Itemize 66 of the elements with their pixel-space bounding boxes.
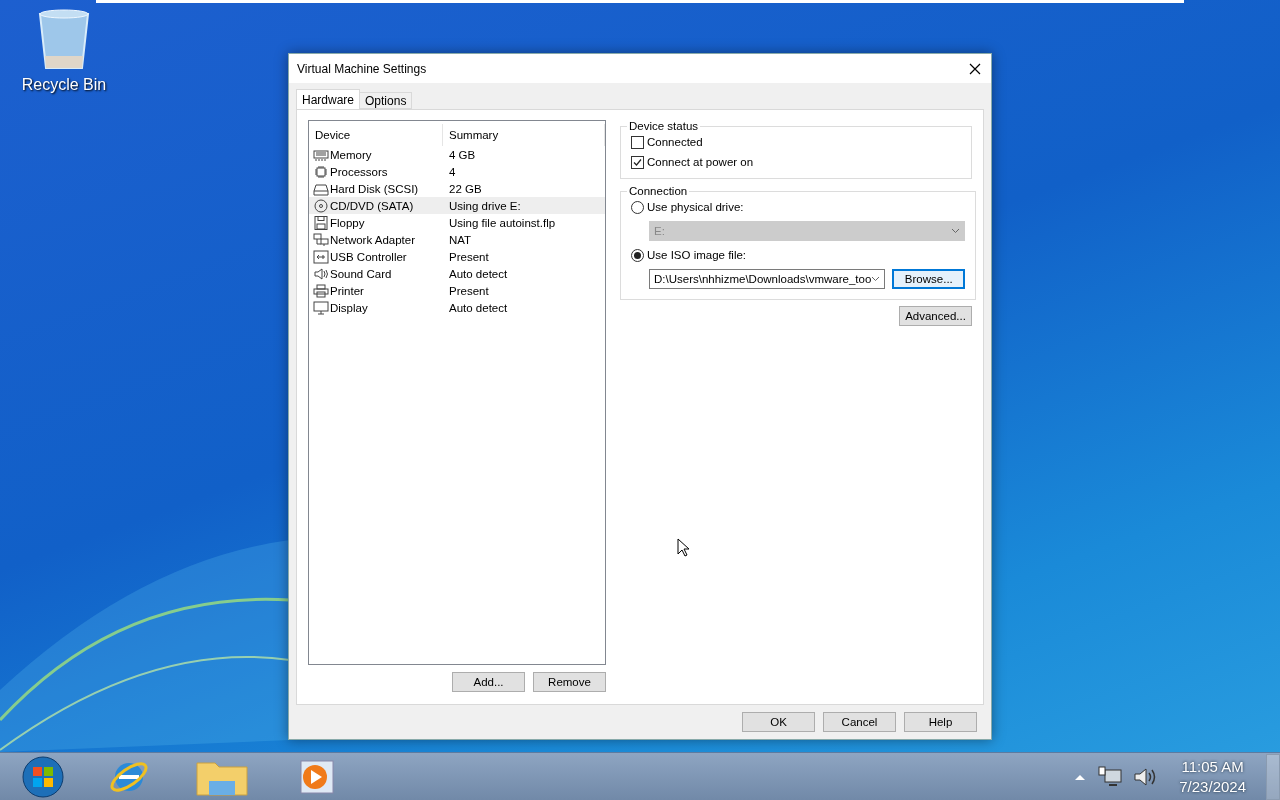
device-name: Floppy xyxy=(330,216,365,229)
device-name: Display xyxy=(330,301,368,314)
device-name: CD/DVD (SATA) xyxy=(330,199,414,212)
dialog-button[interactable]: OK xyxy=(742,712,815,732)
device-summary: Present xyxy=(448,284,490,297)
device-row[interactable]: Processors 4 xyxy=(309,163,605,180)
device-row[interactable]: Memory 4 GB xyxy=(309,146,605,163)
tab[interactable]: Hardware xyxy=(296,89,361,109)
desktop-icon-label[interactable]: Recycle Bin xyxy=(21,76,107,94)
checkbox[interactable] xyxy=(631,135,644,149)
checkbox-label[interactable]: Connect at power on xyxy=(647,156,754,168)
device-summary: NAT xyxy=(448,233,473,246)
add-button[interactable]: Add... xyxy=(452,672,525,692)
advanced-button[interactable]: Advanced... xyxy=(899,306,972,326)
speaker-icon xyxy=(313,266,329,281)
device-name: Hard Disk (SCSI) xyxy=(330,182,419,195)
radio-label[interactable]: Use physical drive: xyxy=(647,201,744,213)
checkbox-label[interactable]: Connected xyxy=(647,136,703,148)
device-row[interactable]: Display Auto detect xyxy=(309,299,605,316)
device-summary: Auto detect xyxy=(448,267,509,280)
window-title: Virtual Machine Settings xyxy=(297,61,427,76)
device-row[interactable]: Floppy Using file autoinst.flp xyxy=(309,214,605,231)
column-header[interactable]: Summary xyxy=(443,124,605,146)
checkbox[interactable] xyxy=(631,155,644,169)
network-icon xyxy=(313,232,329,247)
device-name: Processors xyxy=(330,165,388,178)
radio-button[interactable] xyxy=(631,200,644,214)
device-row[interactable]: Sound Card Auto detect xyxy=(309,265,605,282)
path-dropdown[interactable]: D:\Users\nhhizme\Downloads\vmware_too xyxy=(649,269,886,289)
device-row[interactable]: Hard Disk (SCSI) 22 GB xyxy=(309,180,605,197)
dialog-button[interactable]: Cancel xyxy=(823,712,896,732)
browse-button[interactable]: Browse... xyxy=(892,269,966,289)
mouse-cursor-icon xyxy=(677,538,690,558)
dialog-button[interactable]: Help xyxy=(904,712,977,732)
chevron-down-icon xyxy=(871,276,881,282)
device-summary: Using file autoinst.flp xyxy=(448,216,557,229)
printer-icon xyxy=(313,283,329,298)
tab[interactable]: Options xyxy=(359,92,413,109)
memory-chip-icon xyxy=(313,147,329,162)
device-row[interactable]: Printer Present xyxy=(309,282,605,299)
device-name: Sound Card xyxy=(330,267,392,280)
monitor-icon xyxy=(313,300,329,315)
device-name: Network Adapter xyxy=(330,233,415,246)
radio-label[interactable]: Use ISO image file: xyxy=(647,249,747,261)
group-title: Device status xyxy=(628,120,700,132)
device-summary: Present xyxy=(448,250,490,263)
device-name: USB Controller xyxy=(330,250,407,263)
device-summary: 22 GB xyxy=(448,182,483,195)
group-title: Connection xyxy=(628,185,689,197)
radio-button[interactable] xyxy=(631,248,644,262)
device-summary: 4 xyxy=(448,165,457,178)
column-header[interactable]: Device xyxy=(309,124,443,146)
disc-icon xyxy=(313,198,329,213)
chevron-down-icon xyxy=(951,228,961,234)
device-name: Memory xyxy=(330,148,372,161)
device-name: Printer xyxy=(330,284,364,297)
remove-button[interactable]: Remove xyxy=(533,672,606,692)
device-row[interactable]: CD/DVD (SATA) Using drive E: xyxy=(309,197,605,214)
device-summary: 4 GB xyxy=(448,148,477,161)
network-icon[interactable] xyxy=(1097,765,1124,788)
usb-icon xyxy=(313,249,329,264)
device-row[interactable]: Network Adapter NAT xyxy=(309,231,605,248)
device-summary: Using drive E: xyxy=(448,199,522,212)
device-summary: Auto detect xyxy=(448,301,509,314)
device-row[interactable]: USB Controller Present xyxy=(309,248,605,265)
processor-chip-icon xyxy=(313,164,329,179)
